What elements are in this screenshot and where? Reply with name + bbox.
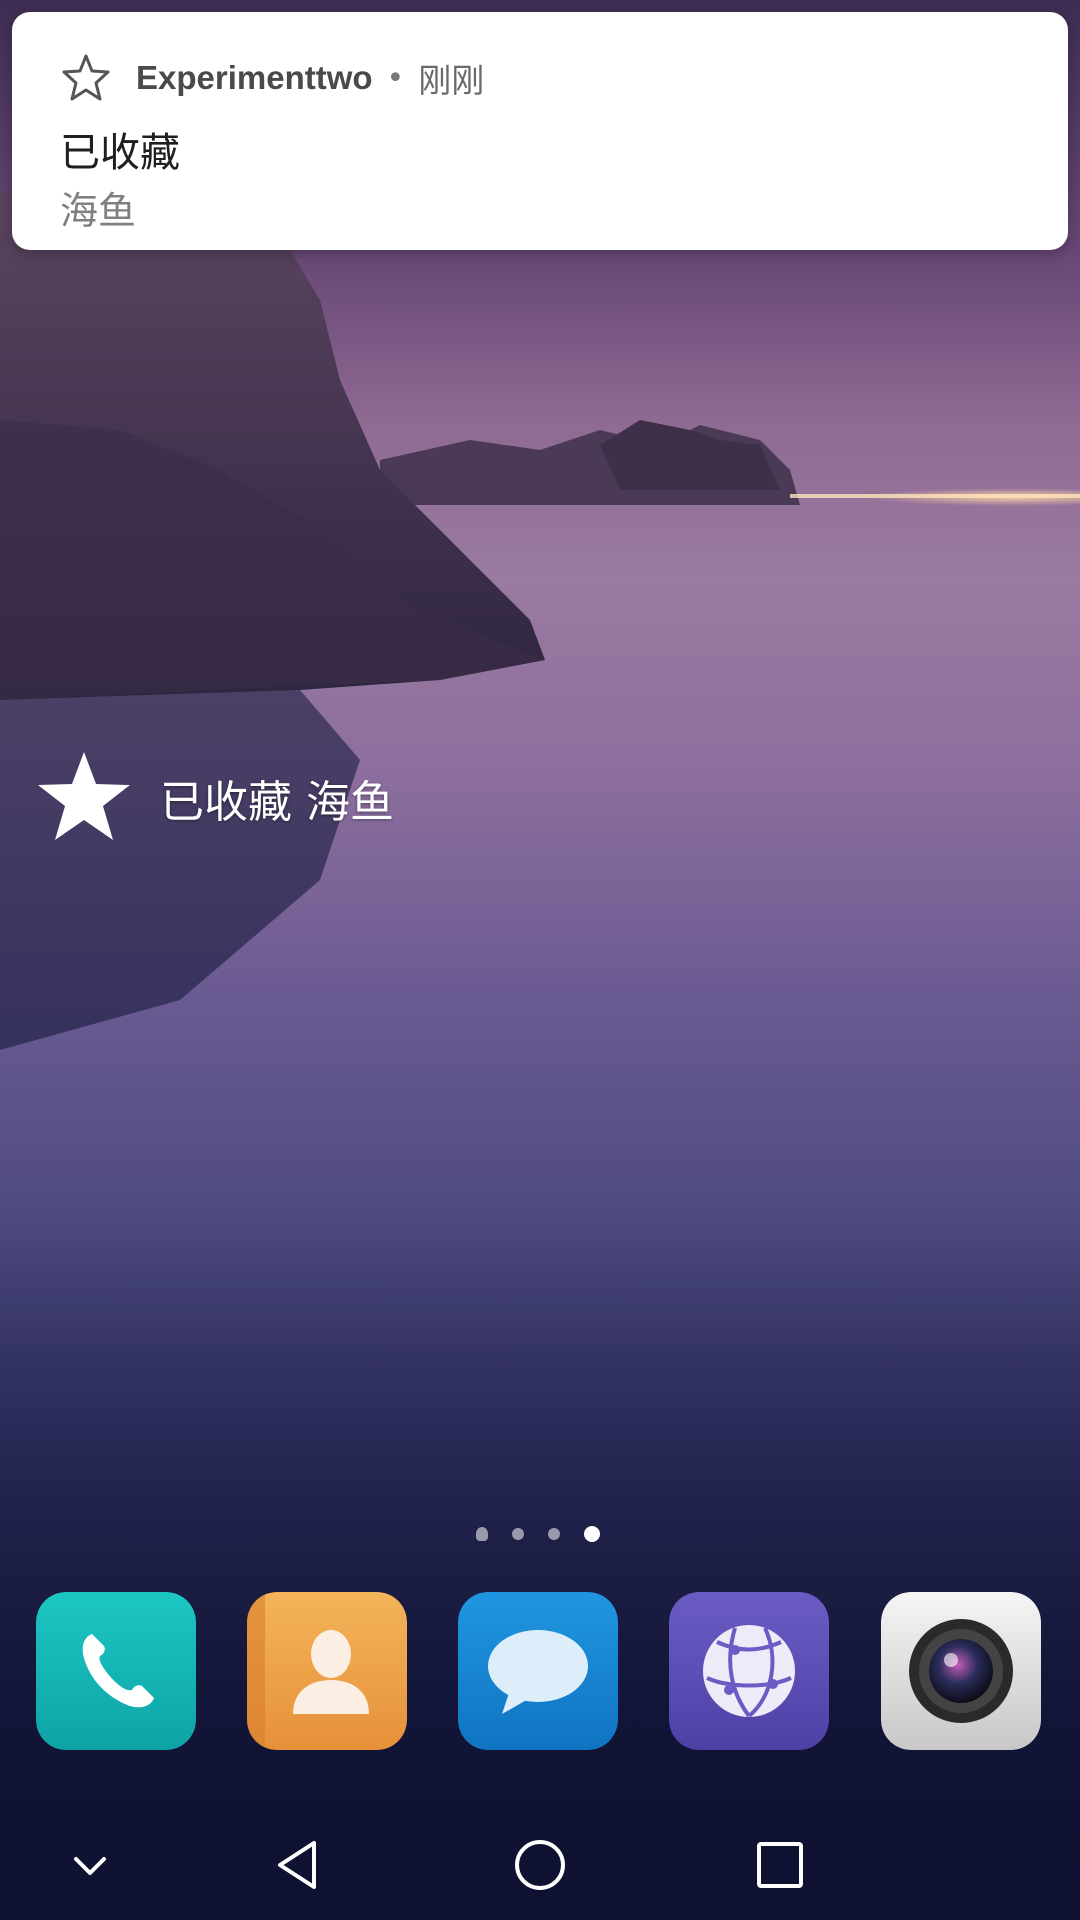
app-messages[interactable] [458,1592,618,1750]
app-phone[interactable] [36,1592,196,1750]
app-browser[interactable] [669,1592,829,1750]
notification-separator: • [386,60,405,96]
navigation-bar [0,1800,1080,1920]
toast-message: 已收藏 海鱼 [34,748,394,848]
page-dot[interactable] [512,1528,524,1540]
notification-title: 已收藏 [60,130,180,176]
contacts-icon [247,1592,407,1750]
notification-app-name: Experimenttwo [136,59,373,96]
back-icon [278,1841,316,1889]
notification-time: 刚刚 [418,61,485,100]
phone-icon [36,1592,196,1750]
toast-text: 已收藏 海鱼 [160,777,394,828]
back-button[interactable] [255,1820,345,1910]
chevron-down-icon [74,1857,106,1875]
home-icon [515,1840,565,1890]
notification-body: 海鱼 [60,189,137,233]
recents-icon [757,1842,803,1888]
star-filled-icon [38,752,130,840]
browser-icon [669,1592,829,1750]
page-dot-active[interactable] [584,1526,600,1542]
notification-header: Experimenttwo • 刚刚 [60,48,484,108]
page-indicator[interactable] [476,1526,600,1542]
messages-icon [458,1592,618,1750]
notification-card[interactable]: Experimenttwo • 刚刚 已收藏 海鱼 [12,12,1068,250]
camera-icon [881,1592,1041,1750]
home-button[interactable] [495,1820,585,1910]
star-outline-icon [62,54,110,101]
dock [36,1592,1044,1750]
page-dot[interactable] [548,1528,560,1540]
app-camera[interactable] [881,1592,1041,1750]
recents-button[interactable] [735,1820,825,1910]
app-contacts[interactable] [247,1592,407,1750]
collapse-button[interactable] [45,1820,135,1910]
page-dot-bulb[interactable] [476,1527,488,1541]
